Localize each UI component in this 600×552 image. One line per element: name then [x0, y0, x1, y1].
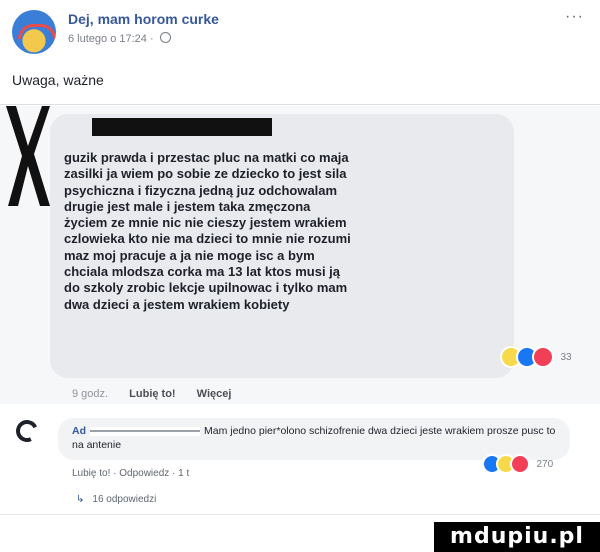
post-meta: 6 lutego o 17:24 · — [68, 32, 171, 45]
replies-label: 16 odpowiedzi — [92, 494, 157, 505]
post-text: Uwaga, ważne — [12, 72, 104, 88]
comment-redaction — [90, 426, 200, 436]
post-timestamp[interactable]: 6 lutego o 17:24 — [68, 33, 147, 45]
comment-author[interactable]: Ad — [72, 425, 86, 437]
love-reaction-icon — [532, 346, 554, 368]
shared-line: maz moj pracuje a ja nie moge isc a bym — [64, 247, 315, 263]
redaction-bar — [92, 118, 272, 136]
love-reaction-icon — [510, 454, 530, 474]
commenter-avatar[interactable] — [12, 416, 42, 446]
shared-line: psychiczna i fizyczna jedną juz odchowal… — [64, 182, 338, 198]
post-header: Dej, mam horom curke 6 lutego o 17:24 · … — [12, 8, 588, 60]
shared-line: dwa dzieci a jestem wrakiem kobiety — [64, 296, 290, 312]
shared-line: czlowieka kto nie ma dzieci to mnie nie … — [64, 231, 351, 247]
shared-line: zasilki ja wiem po sobie ze dziecko to j… — [64, 166, 347, 182]
shared-comment-text: guzik prawda i przestac pluc na matki co… — [64, 150, 504, 313]
globe-icon — [159, 32, 171, 43]
more-options-icon[interactable]: ··· — [565, 8, 584, 26]
comment-text: Ad Mam jedno pier*olono schizofrenie dwa … — [72, 424, 560, 452]
shared-line: drugie jest male i jestem taka zmęczona — [64, 198, 311, 214]
shared-line: do szkoly zrobic lekcje upilnowac i tylk… — [64, 280, 348, 296]
shared-line: życiem ze mnie nic nie cieszy jestem wra… — [64, 215, 347, 231]
shared-like-link[interactable]: Lubię to! — [129, 388, 175, 400]
post-author[interactable]: Dej, mam horom curke — [68, 11, 219, 27]
comment-reaction-count: 270 — [536, 458, 554, 470]
avatar[interactable] — [12, 10, 56, 54]
view-replies-link[interactable]: ↳ 16 odpowiedzi — [76, 494, 156, 505]
comment-reactions[interactable]: 270 — [482, 454, 553, 474]
divider — [0, 514, 600, 515]
reply-arrow-icon: ↳ — [76, 494, 85, 505]
shared-actions: 9 godz. Lubię to! Więcej — [72, 388, 249, 400]
shared-line: guzik prawda i przestac pluc na matki co… — [64, 150, 349, 165]
watermark: mdupiu.pl — [434, 522, 600, 552]
shared-reaction-count: 33 — [560, 351, 572, 363]
logo-mark — [6, 106, 50, 206]
shared-line: chciala mlodsza corka ma 13 lat ktos mus… — [64, 264, 341, 280]
divider — [0, 104, 600, 105]
shared-more-link[interactable]: Więcej — [197, 388, 232, 400]
shared-time: 9 godz. — [72, 388, 109, 400]
shared-reactions[interactable]: 33 — [500, 346, 572, 368]
comment-actions[interactable]: Lubię to! · Odpowiedz · 1 t — [72, 468, 189, 479]
